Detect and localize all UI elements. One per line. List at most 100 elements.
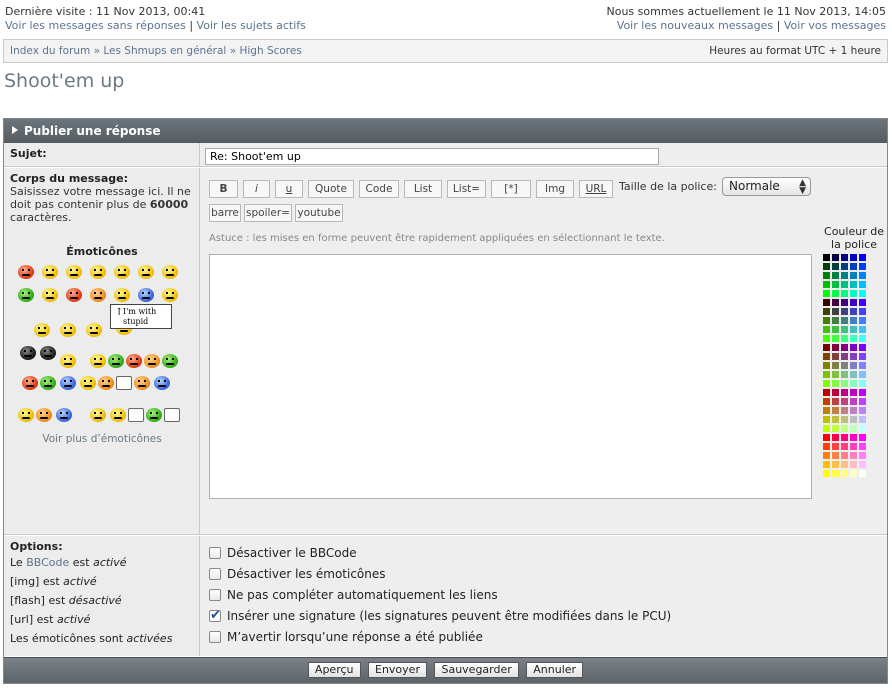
color-swatch[interactable]: [823, 362, 830, 369]
color-swatch[interactable]: [850, 470, 857, 477]
color-swatch[interactable]: [823, 407, 830, 414]
color-swatch[interactable]: [850, 263, 857, 270]
color-swatch[interactable]: [832, 281, 839, 288]
emoticon-icon[interactable]: [162, 265, 178, 279]
emoticon-icon[interactable]: [60, 376, 76, 390]
emoticon-icon[interactable]: [60, 354, 76, 368]
emoticon-icon[interactable]: [20, 346, 36, 360]
color-swatch[interactable]: [832, 470, 839, 477]
color-swatch[interactable]: [823, 371, 830, 378]
emoticon-icon[interactable]: [36, 408, 52, 422]
color-swatch[interactable]: [841, 434, 848, 441]
color-swatch[interactable]: [850, 371, 857, 378]
color-swatch[interactable]: [859, 299, 866, 306]
emoticon-icon[interactable]: [108, 354, 124, 368]
color-swatch[interactable]: [859, 389, 866, 396]
color-swatch[interactable]: [823, 272, 830, 279]
color-swatch[interactable]: [859, 407, 866, 414]
emoticon-icon[interactable]: [18, 288, 34, 302]
color-swatch[interactable]: [859, 416, 866, 423]
emoticon-icon[interactable]: [164, 408, 180, 422]
color-swatch[interactable]: [823, 335, 830, 342]
color-swatch[interactable]: [823, 254, 830, 261]
emoticon-icon[interactable]: [18, 408, 34, 422]
color-swatch[interactable]: [841, 281, 848, 288]
color-swatch[interactable]: [850, 254, 857, 261]
bold-button[interactable]: B: [209, 180, 238, 198]
color-swatch[interactable]: [823, 461, 830, 468]
color-swatch[interactable]: [823, 317, 830, 324]
italic-button[interactable]: i: [243, 180, 270, 198]
color-swatch[interactable]: [850, 326, 857, 333]
quote-button[interactable]: Quote: [308, 180, 354, 198]
bbcode-link[interactable]: BBCode: [26, 556, 69, 569]
color-swatch[interactable]: [841, 326, 848, 333]
option-attach-signature[interactable]: Insérer une signature (les signatures pe…: [209, 607, 671, 628]
color-swatch[interactable]: [841, 407, 848, 414]
emoticon-icon[interactable]: [60, 323, 76, 337]
color-swatch[interactable]: [850, 461, 857, 468]
color-swatch[interactable]: [859, 308, 866, 315]
color-swatch[interactable]: [859, 443, 866, 450]
color-swatch[interactable]: [832, 398, 839, 405]
preview-button[interactable]: Aperçu: [307, 662, 361, 678]
color-swatch[interactable]: [823, 290, 830, 297]
color-swatch[interactable]: [859, 317, 866, 324]
color-swatch[interactable]: [832, 425, 839, 432]
color-swatch[interactable]: [859, 425, 866, 432]
color-swatch[interactable]: [841, 362, 848, 369]
list-ordered-button[interactable]: List=: [447, 180, 486, 198]
emoticon-icon[interactable]: [146, 408, 162, 422]
color-swatch[interactable]: [859, 452, 866, 459]
img-button[interactable]: Img: [536, 180, 574, 198]
color-swatch[interactable]: [832, 452, 839, 459]
send-button[interactable]: Envoyer: [368, 662, 427, 678]
emoticon-icon[interactable]: [114, 265, 130, 279]
color-swatch[interactable]: [841, 299, 848, 306]
emoticon-icon[interactable]: [90, 354, 106, 368]
color-swatch[interactable]: [832, 344, 839, 351]
checkbox[interactable]: [209, 547, 221, 559]
color-swatch[interactable]: [850, 425, 857, 432]
unanswered-link[interactable]: Voir les messages sans réponses: [5, 19, 186, 32]
color-swatch[interactable]: [832, 461, 839, 468]
checkbox[interactable]: [209, 631, 221, 643]
color-swatch[interactable]: [850, 452, 857, 459]
font-size-select[interactable]: Normale ▲ ▼: [722, 177, 811, 196]
color-swatch[interactable]: [841, 335, 848, 342]
color-swatch[interactable]: [859, 335, 866, 342]
emoticon-icon[interactable]: [138, 265, 154, 279]
emoticon-icon[interactable]: [98, 376, 114, 390]
color-swatch[interactable]: [859, 290, 866, 297]
emoticon-icon[interactable]: [134, 376, 150, 390]
spoiler-button[interactable]: spoiler=: [244, 204, 292, 222]
color-swatch[interactable]: [859, 326, 866, 333]
color-swatch[interactable]: [841, 398, 848, 405]
list-button[interactable]: List: [404, 180, 442, 198]
checkbox[interactable]: [209, 589, 221, 601]
color-swatch[interactable]: [850, 299, 857, 306]
list-item-button[interactable]: [*]: [491, 180, 531, 198]
code-button[interactable]: Code: [359, 180, 399, 198]
emoticon-icon[interactable]: [40, 346, 56, 360]
breadcrumb-forum-index[interactable]: Index du forum: [10, 45, 90, 57]
more-emoticons-link[interactable]: Voir plus d’émoticônes: [4, 433, 200, 445]
color-swatch[interactable]: [841, 254, 848, 261]
option-disable-bbcode[interactable]: Désactiver le BBCode: [209, 544, 671, 565]
color-swatch[interactable]: [859, 380, 866, 387]
cancel-button[interactable]: Annuler: [526, 662, 584, 678]
url-button[interactable]: URL: [579, 180, 613, 198]
color-swatch[interactable]: [850, 407, 857, 414]
color-swatch[interactable]: [832, 362, 839, 369]
color-swatch[interactable]: [859, 470, 866, 477]
emoticon-icon[interactable]: [114, 288, 130, 302]
color-swatch[interactable]: [850, 272, 857, 279]
color-swatch[interactable]: [841, 461, 848, 468]
color-swatch[interactable]: [823, 452, 830, 459]
color-swatch[interactable]: [832, 416, 839, 423]
emoticon-icon[interactable]: [154, 376, 170, 390]
color-swatch[interactable]: [859, 461, 866, 468]
color-swatch[interactable]: [832, 407, 839, 414]
color-swatch[interactable]: [832, 263, 839, 270]
color-swatch[interactable]: [832, 254, 839, 261]
